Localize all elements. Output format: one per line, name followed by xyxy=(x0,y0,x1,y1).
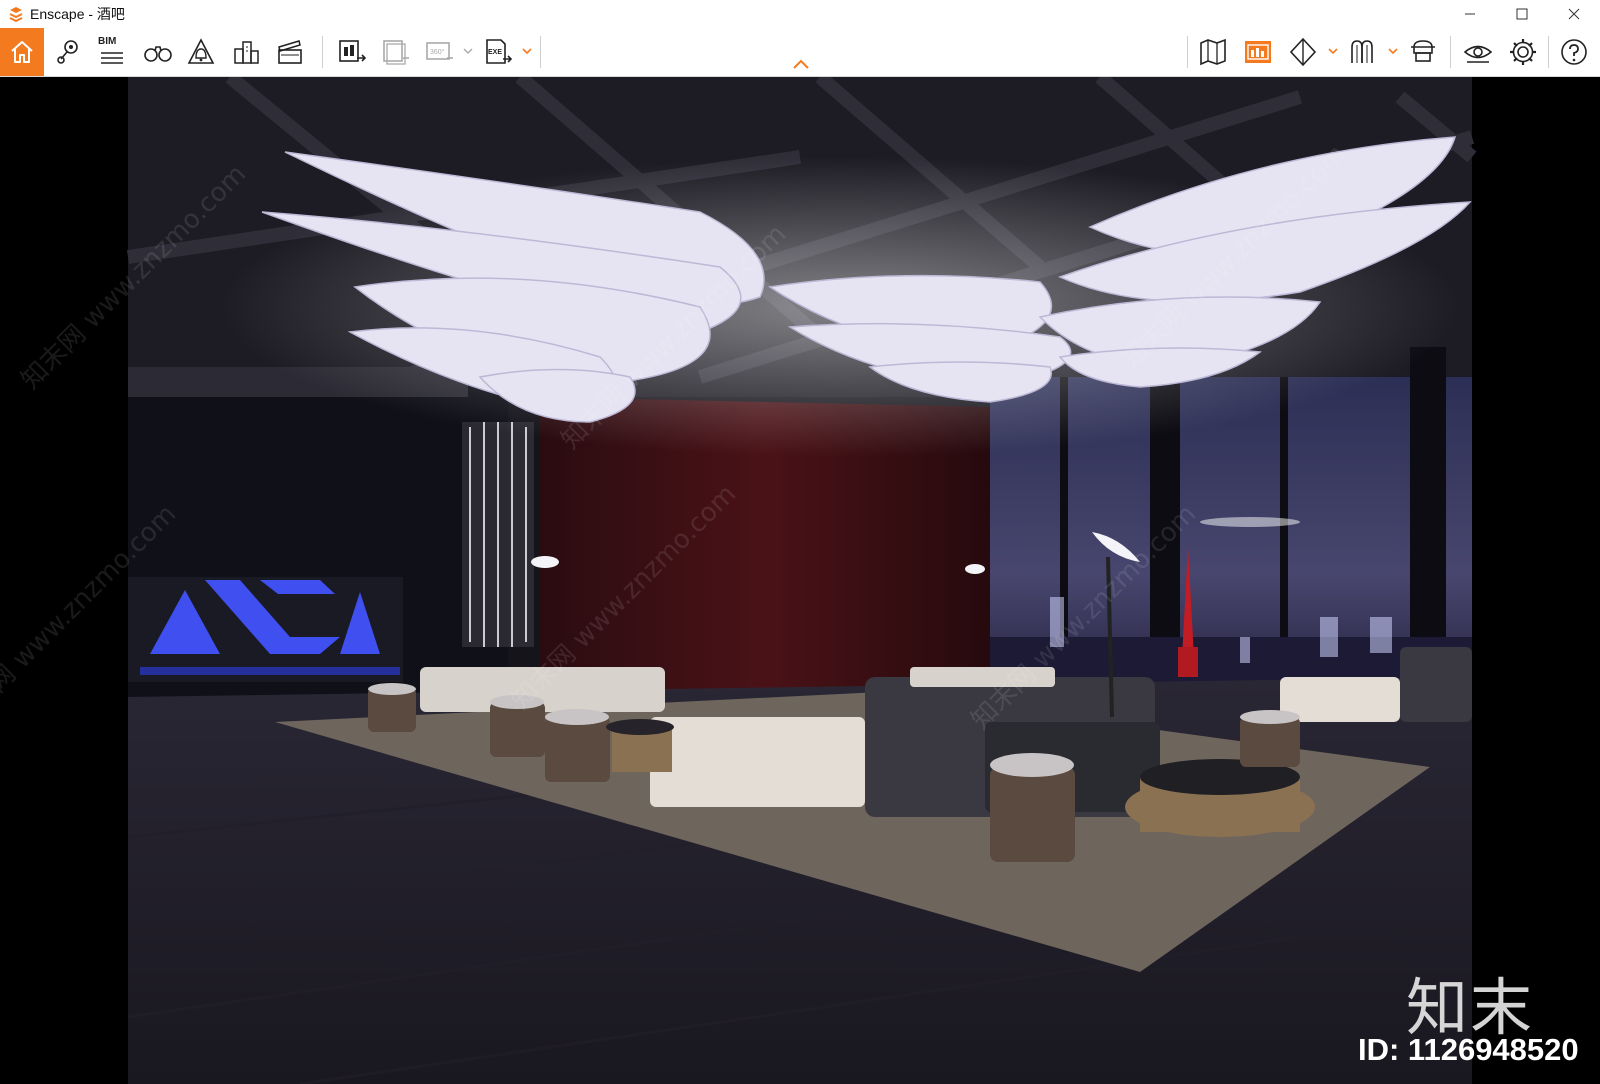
svg-text:360°: 360° xyxy=(430,48,445,56)
panorama-360-icon: 360° xyxy=(426,42,453,60)
exe-export-button[interactable]: EXE xyxy=(480,34,516,70)
close-button[interactable] xyxy=(1548,0,1600,28)
views-button[interactable] xyxy=(1285,34,1321,70)
maximize-icon xyxy=(1516,8,1528,20)
home-button[interactable] xyxy=(0,28,44,76)
title-bar: Enscape - 酒吧 xyxy=(0,0,1600,28)
visibility-button[interactable] xyxy=(1460,34,1496,70)
enscape-logo-icon xyxy=(9,7,23,22)
binoculars-icon xyxy=(144,46,172,62)
toolbar-separator xyxy=(1450,36,1451,68)
window-title: Enscape - 酒吧 xyxy=(30,6,125,22)
collapse-toolbar-icon[interactable] xyxy=(792,58,810,70)
asset-library-button[interactable] xyxy=(1240,34,1276,70)
asset-library-icon xyxy=(1245,41,1271,63)
eye-icon xyxy=(1463,45,1493,63)
bim-label: BIM xyxy=(98,36,117,47)
render-viewport[interactable]: 知末网 www.znzmo.com 知末网 www.znzmo.com 知末网 … xyxy=(0,77,1600,1084)
home-icon xyxy=(11,41,33,63)
maximize-button[interactable] xyxy=(1496,0,1548,28)
materials-button[interactable] xyxy=(1345,34,1381,70)
watermark-id: ID: 1126948520 xyxy=(1358,1032,1579,1067)
minimize-icon xyxy=(1465,13,1475,15)
svg-text:EXE: EXE xyxy=(488,49,502,56)
toolbar-separator xyxy=(1548,36,1549,68)
upload-button[interactable] xyxy=(1405,34,1441,70)
upload-icon xyxy=(1411,40,1435,62)
settings-button[interactable] xyxy=(1505,34,1541,70)
location-button[interactable] xyxy=(50,34,86,70)
chevron-down-icon[interactable] xyxy=(463,46,473,56)
alert-button[interactable] xyxy=(183,34,219,70)
exe-export-icon: EXE xyxy=(486,39,513,64)
toolbar-separator xyxy=(322,36,323,68)
enscape-toolbar: BIM 360° EXE xyxy=(0,28,1600,77)
toolbar-separator xyxy=(1187,36,1188,68)
chevron-down-icon[interactable] xyxy=(1388,46,1398,56)
help-icon xyxy=(1561,39,1587,65)
panorama-360-button[interactable]: 360° xyxy=(422,34,458,70)
map-icon xyxy=(1200,38,1226,66)
close-icon xyxy=(1568,8,1580,20)
buildings-icon xyxy=(234,41,259,64)
help-button[interactable] xyxy=(1556,34,1592,70)
minimize-button[interactable] xyxy=(1444,0,1496,28)
buildings-button[interactable] xyxy=(228,34,264,70)
video-editor-button[interactable] xyxy=(272,34,308,70)
cube-icon xyxy=(1289,37,1317,67)
toolbar-separator xyxy=(540,36,541,68)
bar-interior-render xyxy=(0,77,1600,1084)
materials-icon xyxy=(1351,40,1373,63)
map-button[interactable] xyxy=(1195,34,1231,70)
location-pin-icon xyxy=(57,40,78,64)
batch-render-button[interactable] xyxy=(378,34,414,70)
screenshot-export-icon xyxy=(339,40,367,62)
bell-icon xyxy=(187,38,215,64)
binoculars-button[interactable] xyxy=(140,34,176,70)
chevron-down-icon[interactable] xyxy=(522,46,532,56)
gear-icon xyxy=(1510,39,1536,65)
chevron-down-icon[interactable] xyxy=(1328,46,1338,56)
clapperboard-icon xyxy=(278,40,302,64)
batch-render-icon xyxy=(383,40,409,65)
screenshot-export-button[interactable] xyxy=(334,34,370,70)
